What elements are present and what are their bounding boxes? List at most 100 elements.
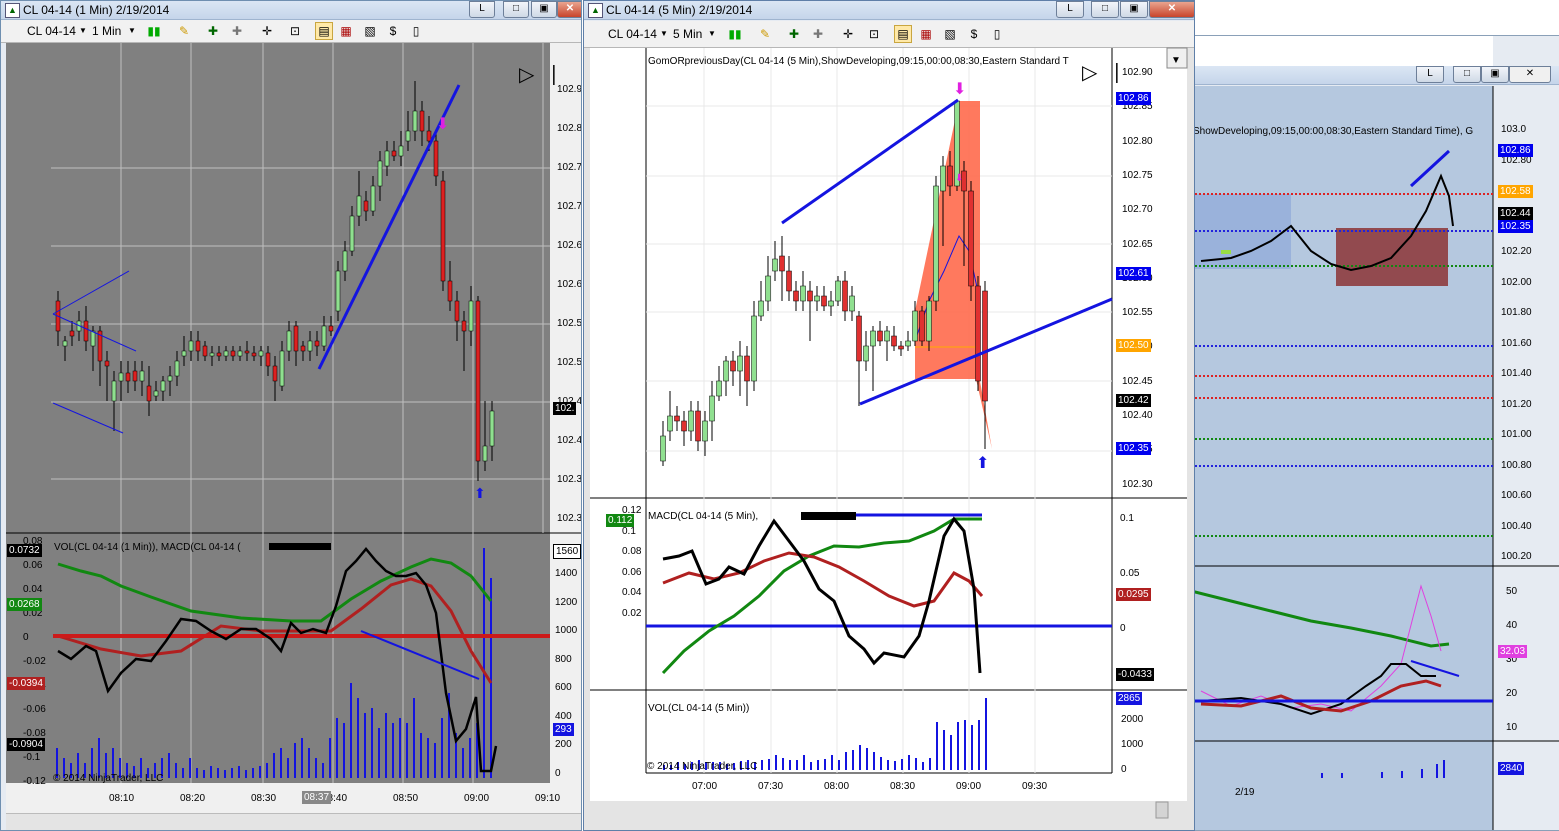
middle-volume-bar bbox=[915, 758, 917, 770]
middle-volume-bar bbox=[775, 755, 777, 770]
left-volume-bar bbox=[469, 738, 471, 778]
middle-candle bbox=[744, 355, 750, 382]
left-time-tick: 08:10 bbox=[109, 793, 135, 804]
right-price-tick: 101.60 bbox=[1501, 337, 1532, 349]
left-macd-flag-4: -0.0904 bbox=[7, 738, 45, 751]
left-volume-bar bbox=[371, 708, 373, 778]
left-volume-bar bbox=[350, 683, 352, 778]
left-candle bbox=[433, 140, 439, 177]
left-volume-bar bbox=[378, 728, 380, 778]
left-volume-bar bbox=[203, 770, 205, 778]
left-candle bbox=[307, 340, 313, 352]
left-price-flag: 102. bbox=[553, 402, 577, 415]
left-volume-bar bbox=[315, 758, 317, 778]
middle-price-flag: 102.61 bbox=[1116, 267, 1151, 280]
middle-macd-title: MACD(CL 04-14 (5 Min), bbox=[648, 511, 759, 522]
left-cursor-time: 08:37 bbox=[302, 791, 332, 804]
right-price-tick: 100.40 bbox=[1501, 520, 1532, 532]
left-volume-bar bbox=[427, 738, 429, 778]
left-volume-bar bbox=[245, 770, 247, 778]
left-volume-bar bbox=[329, 738, 331, 778]
svg-text:⬇: ⬇ bbox=[953, 81, 966, 98]
left-volume-bar bbox=[399, 718, 401, 778]
left-volume-bar bbox=[308, 748, 310, 778]
svg-text:⬇: ⬇ bbox=[955, 173, 963, 184]
middle-volume-bar bbox=[810, 762, 812, 770]
left-volume-bar bbox=[413, 698, 415, 778]
middle-volume-bar bbox=[936, 722, 938, 770]
right-date-label: 2/19 bbox=[1235, 787, 1255, 798]
middle-volume-bar bbox=[761, 760, 763, 770]
left-vol-tick: 1200 bbox=[555, 596, 578, 608]
middle-volume-bar bbox=[901, 759, 903, 770]
left-candle bbox=[384, 150, 390, 167]
right-price-tick: 101.20 bbox=[1501, 398, 1532, 410]
left-volume-bar bbox=[385, 713, 387, 778]
left-candle bbox=[230, 350, 236, 357]
middle-candle bbox=[891, 335, 897, 347]
middle-candle bbox=[814, 295, 820, 302]
left-candle bbox=[447, 280, 453, 302]
right-price-tick: 103.0 bbox=[1501, 124, 1527, 135]
middle-candle bbox=[821, 295, 827, 307]
left-candle bbox=[188, 340, 194, 352]
middle-price-tick: 102.40 bbox=[1122, 410, 1153, 421]
left-volume-bar bbox=[175, 763, 177, 778]
left-volume-bar bbox=[273, 753, 275, 778]
middle-candle bbox=[870, 330, 876, 347]
middle-candle bbox=[947, 165, 953, 187]
middle-horizontal-scrollbar[interactable] bbox=[590, 801, 1187, 821]
middle-candle bbox=[975, 285, 981, 382]
right-chart-window: L □ ▣ ✕ ShowDeveloping,09:15,00:00,08:30… bbox=[1190, 35, 1559, 831]
left-price-tick: 102.6 bbox=[557, 279, 582, 290]
middle-vol-tick: 2000 bbox=[1121, 714, 1144, 725]
middle-volume-bar bbox=[894, 761, 896, 770]
right-osc-tick: 50 bbox=[1506, 586, 1518, 597]
middle-volume-bar bbox=[957, 722, 959, 770]
left-candle bbox=[258, 350, 264, 357]
left-candle bbox=[132, 370, 138, 382]
svg-text:⬇: ⬇ bbox=[436, 116, 449, 133]
middle-volume-bar bbox=[929, 758, 931, 770]
middle-volume-bar bbox=[866, 748, 868, 770]
left-candle bbox=[202, 345, 208, 357]
middle-volume-bar bbox=[789, 760, 791, 770]
middle-macd-right-flag-1: 0.0295 bbox=[1116, 588, 1151, 601]
middle-candle bbox=[716, 380, 722, 397]
right-price-tick: 100.60 bbox=[1501, 490, 1532, 501]
middle-candle bbox=[807, 290, 813, 302]
left-vol-tick: 400 bbox=[555, 710, 572, 722]
middle-candle bbox=[933, 185, 939, 302]
left-macd-tick: -0.1 bbox=[23, 752, 41, 763]
left-vol-tick: 200 bbox=[555, 739, 572, 750]
left-candle bbox=[216, 352, 222, 357]
left-chart-svg[interactable]: ⬇ ⬆ ▷⎹ bbox=[1, 1, 581, 830]
middle-vol-tick: 1000 bbox=[1121, 739, 1144, 750]
left-time-tick: 08:20 bbox=[180, 793, 206, 804]
left-volume-bar bbox=[280, 748, 282, 778]
middle-macd-left-flag: 0.112 bbox=[606, 514, 635, 527]
middle-candle bbox=[898, 345, 904, 350]
left-price-tick: 102.6 bbox=[557, 240, 582, 251]
left-volume-bar bbox=[490, 578, 492, 778]
left-price-tick: 102.5 bbox=[557, 357, 582, 368]
left-candle bbox=[426, 130, 432, 142]
svg-text:▷⎹: ▷⎹ bbox=[1082, 62, 1118, 84]
left-macd-tick: -0.06 bbox=[23, 704, 46, 715]
left-candle bbox=[349, 215, 355, 252]
left-horizontal-scrollbar[interactable] bbox=[6, 813, 581, 830]
middle-macd-right-tick: 0 bbox=[1120, 623, 1126, 634]
left-volume-bar bbox=[462, 748, 464, 778]
middle-candle bbox=[793, 290, 799, 302]
left-volume-bar bbox=[182, 768, 184, 778]
middle-macd-left-tick: 0.04 bbox=[622, 587, 642, 598]
middle-candle bbox=[674, 415, 680, 422]
left-volume-bar bbox=[357, 698, 359, 778]
left-candle bbox=[139, 370, 145, 382]
left-volume-bar bbox=[189, 758, 191, 778]
left-time-tick: 09:00 bbox=[464, 793, 490, 804]
middle-candle bbox=[702, 420, 708, 442]
middle-copyright: © 2014 NinjaTrader, LLC bbox=[647, 761, 758, 772]
middle-macd-left-tick: 0.08 bbox=[622, 546, 642, 557]
svg-text:⬆: ⬆ bbox=[976, 455, 989, 472]
